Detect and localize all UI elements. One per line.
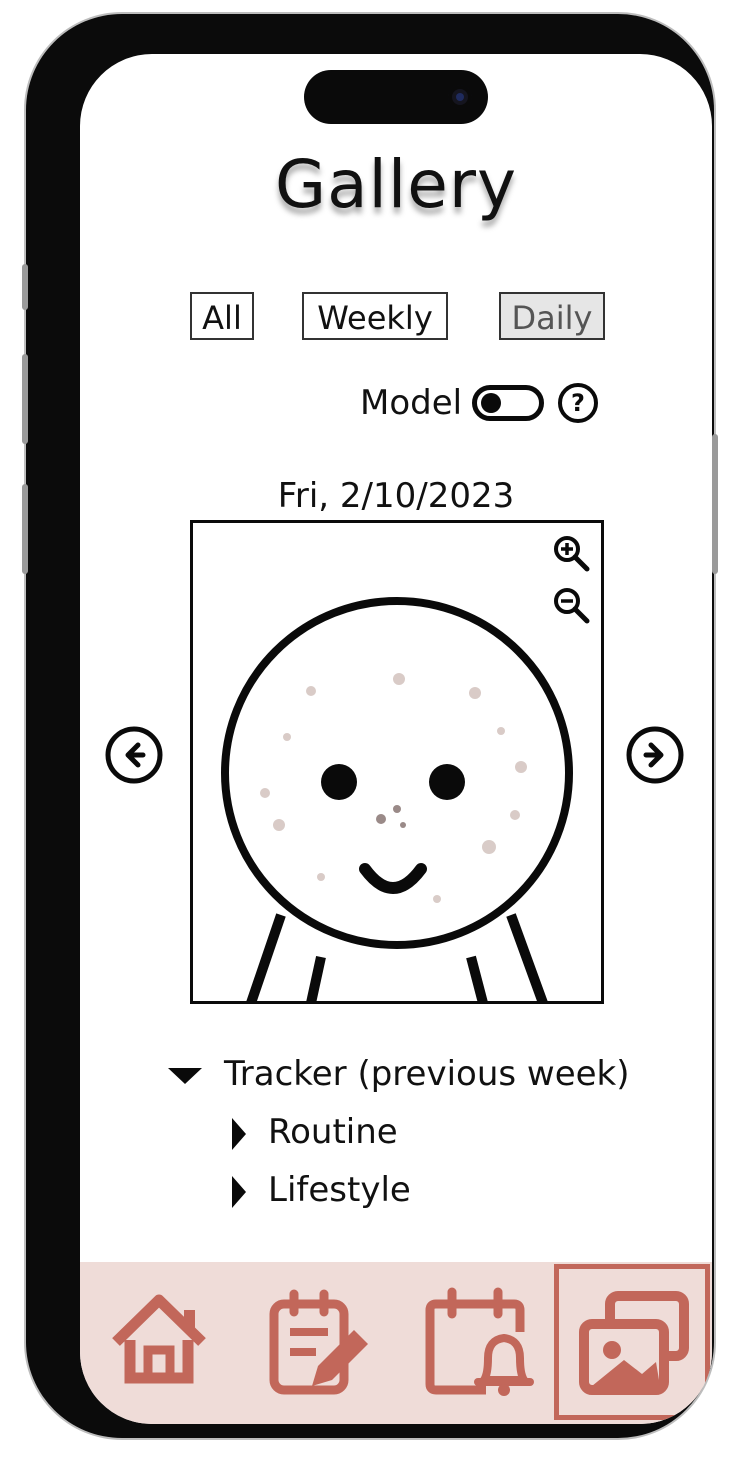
tab-home[interactable] — [80, 1262, 238, 1424]
page-title: Gallery — [274, 146, 518, 223]
volume-down-button — [22, 484, 28, 574]
power-button — [712, 434, 718, 574]
home-icon — [112, 1294, 206, 1384]
caret-right-icon — [232, 1175, 246, 1208]
tab-journal[interactable] — [238, 1262, 396, 1424]
routine-item[interactable]: Routine — [230, 1112, 398, 1152]
calendar-reminder-icon — [425, 1287, 534, 1396]
tab-calendar[interactable] — [396, 1262, 554, 1424]
journal-edit-icon — [269, 1289, 368, 1395]
app-screen: Gallery All Weekly Daily Model ? Fri, 2/… — [80, 54, 712, 1424]
active-tab-indicator — [554, 1264, 710, 1420]
mute-switch — [22, 264, 28, 310]
photo-viewer — [190, 520, 604, 1004]
dynamic-island — [304, 70, 488, 124]
tracker-label: Tracker (previous week) — [224, 1054, 630, 1094]
model-toggle-switch[interactable] — [472, 385, 544, 421]
lifestyle-item[interactable]: Lifestyle — [230, 1170, 411, 1210]
question-icon[interactable]: ? — [558, 383, 598, 423]
phone-frame: Gallery All Weekly Daily Model ? Fri, 2/… — [22, 14, 718, 1438]
bottom-tab-bar — [80, 1262, 712, 1424]
face-photo — [221, 597, 573, 1001]
filter-all-button[interactable]: All — [190, 292, 254, 340]
camera-icon — [448, 85, 472, 109]
caret-right-icon — [232, 1117, 246, 1150]
arrow-left-icon[interactable] — [105, 726, 163, 784]
volume-up-button — [22, 354, 28, 444]
model-label: Model — [360, 383, 463, 423]
tracker-section-toggle[interactable]: Tracker (previous week) — [168, 1054, 630, 1094]
photo-date: Fri, 2/10/2023 — [277, 476, 515, 516]
caret-down-icon — [168, 1067, 202, 1084]
zoom-in-icon[interactable] — [551, 533, 591, 573]
filter-weekly-button[interactable]: Weekly — [302, 292, 448, 340]
routine-label: Routine — [268, 1112, 398, 1152]
arrow-right-icon[interactable] — [626, 726, 684, 784]
lifestyle-label: Lifestyle — [268, 1170, 411, 1210]
zoom-out-icon[interactable] — [551, 585, 591, 625]
toggle-knob — [481, 393, 501, 413]
filter-daily-button[interactable]: Daily — [499, 292, 605, 340]
